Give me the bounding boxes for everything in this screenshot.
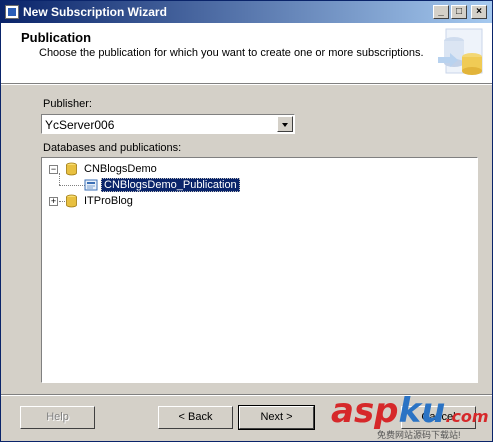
databases-tree[interactable]: − CNBlogsDemo CNBlogsDemo_Publication + … (41, 157, 478, 383)
wizard-window: New Subscription Wizard _ □ × Publicatio… (0, 0, 493, 442)
page-subtitle: Choose the publication for which you wan… (39, 47, 424, 59)
next-button[interactable]: Next > (238, 405, 315, 430)
tree-node-database[interactable]: ITProBlog (84, 195, 133, 207)
app-icon (5, 5, 19, 19)
expand-icon[interactable]: + (49, 197, 58, 206)
page-title: Publication (21, 30, 92, 45)
tree-label: Databases and publications: (43, 142, 182, 154)
publisher-select[interactable]: YcServer006 (41, 114, 295, 134)
collapse-icon[interactable]: − (49, 165, 58, 174)
window-title: New Subscription Wizard (23, 5, 167, 19)
maximize-button[interactable]: □ (451, 5, 467, 19)
watermark-logo: aspku.com (331, 391, 489, 431)
wizard-header: Publication Choose the publication for w… (1, 23, 492, 84)
tree-connector (59, 185, 85, 186)
database-icon (66, 162, 77, 176)
minimize-button[interactable]: _ (433, 5, 449, 19)
wizard-banner-icon (438, 28, 483, 75)
tree-connector (59, 173, 60, 185)
help-button[interactable]: Help (20, 406, 95, 429)
tree-connector (59, 201, 65, 202)
database-icon (66, 194, 77, 208)
publisher-value: YcServer006 (45, 118, 115, 132)
title-bar[interactable]: New Subscription Wizard _ □ × (1, 1, 492, 23)
tree-node-publication[interactable]: CNBlogsDemo_Publication (101, 178, 240, 192)
header-divider (1, 84, 492, 85)
back-button[interactable]: < Back (158, 406, 233, 429)
close-button[interactable]: × (471, 5, 487, 19)
publication-icon (84, 179, 98, 191)
dropdown-arrow-icon[interactable] (277, 116, 293, 132)
tree-node-database[interactable]: CNBlogsDemo (84, 163, 157, 175)
publisher-label: Publisher: (43, 98, 92, 110)
watermark-subtext: 免费网站源码下载站! (377, 430, 461, 440)
